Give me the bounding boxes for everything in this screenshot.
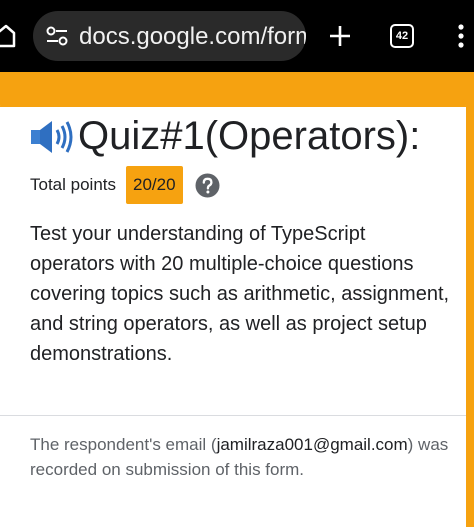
points-label: Total points [30,175,116,194]
browser-toolbar: docs.google.com/form 42 [0,0,474,72]
form-description: Test your understanding of TypeScript op… [30,223,450,365]
address-bar[interactable]: docs.google.com/form [33,11,306,61]
plus-icon[interactable] [328,24,352,48]
points-badge: 20/20 [126,166,183,204]
url-text[interactable]: docs.google.com/form [79,23,306,51]
help-icon[interactable] [195,173,220,198]
more-vert-icon[interactable] [456,23,466,49]
tabs-icon[interactable]: 42 [390,24,414,48]
form-title-text: Quiz#1(Operators): [78,114,421,158]
email-note-prefix: The respondent's email ( [30,435,217,454]
email-notice: The respondent's email (jamilraza001@gma… [30,432,450,482]
form-title: Quiz#1(Operators): [30,114,460,159]
total-points-row: Total points 20/20 [30,166,220,204]
tune-icon[interactable] [45,25,69,47]
divider [0,415,466,416]
respondent-email: jamilraza001@gmail.com [216,435,408,454]
home-icon[interactable] [0,24,16,48]
speaker-icon [31,120,73,153]
